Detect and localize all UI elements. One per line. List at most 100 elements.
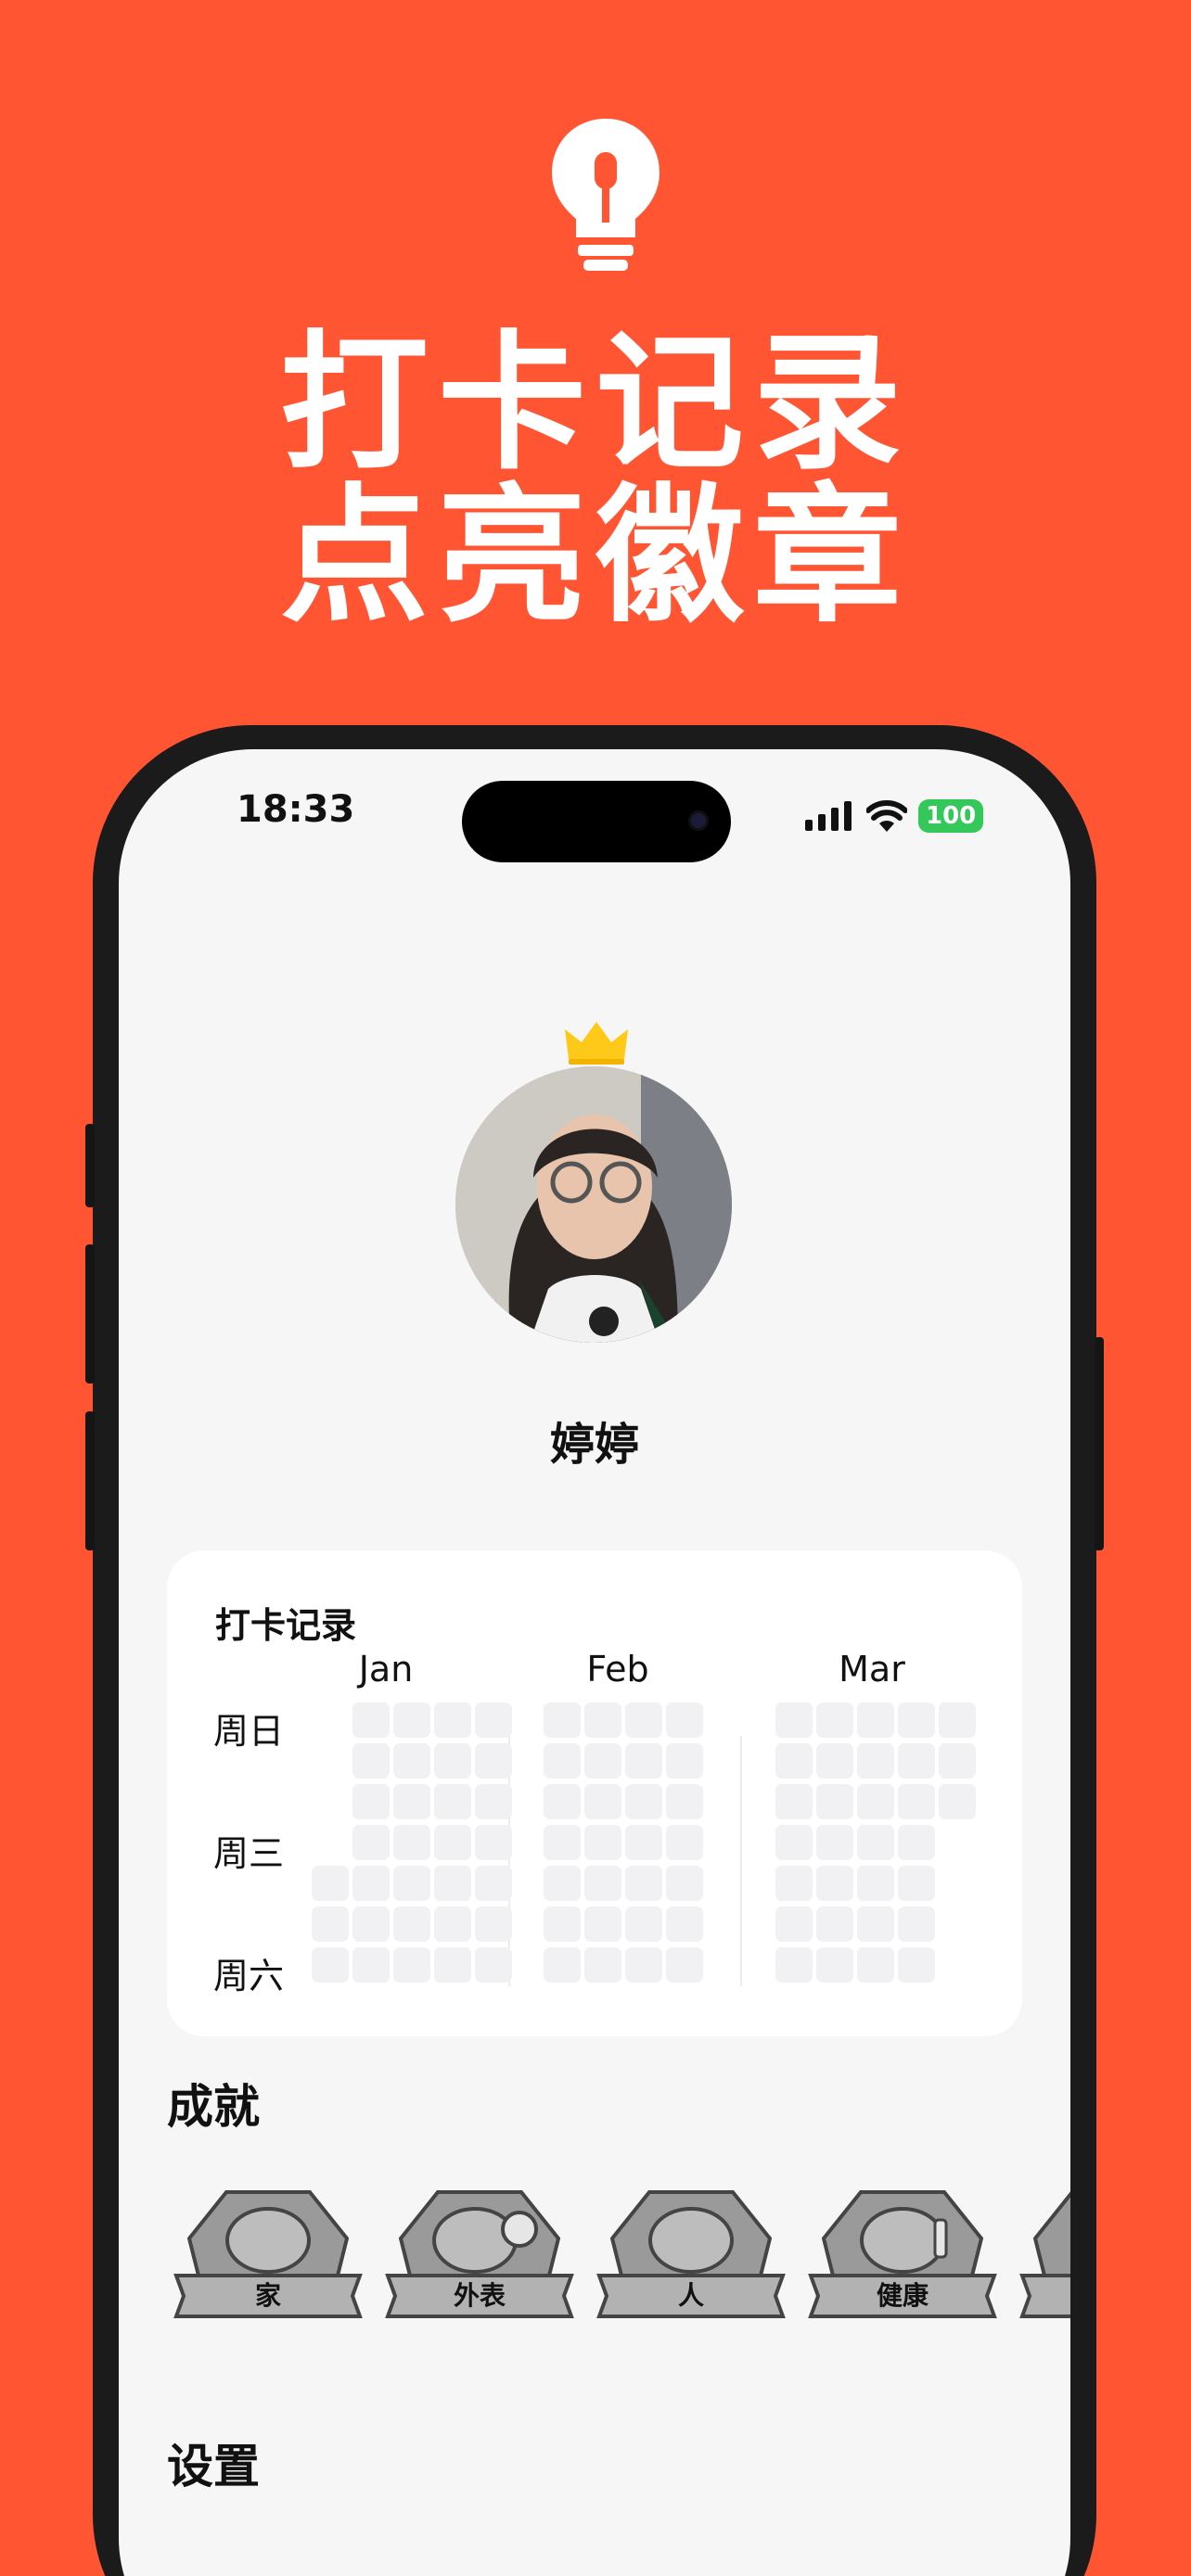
username: 婷婷	[549, 1419, 639, 1471]
calendar-day-cell	[666, 1784, 703, 1819]
calendar-day-cell	[393, 1784, 430, 1819]
badge-label: 外表	[453, 2280, 506, 2311]
calendar-day-cell	[544, 1866, 581, 1901]
calendar-day-cell	[898, 1784, 935, 1819]
badge-label: 人	[677, 2280, 704, 2311]
calendar-day-cell	[625, 1825, 662, 1860]
month-mar: Mar	[839, 1649, 905, 1690]
calendar-day-cell	[666, 1825, 703, 1860]
calendar-day-cell	[352, 1906, 390, 1942]
calendar-day-cell	[434, 1866, 471, 1901]
calendar-day-cell	[352, 1743, 390, 1779]
calendar-day-cell	[939, 1784, 976, 1819]
headline-line1: 打卡记录	[279, 316, 911, 490]
calendar-day-cell	[475, 1825, 512, 1860]
calendar-day-cell	[625, 1866, 662, 1901]
calendar-day-cell	[625, 1947, 662, 1983]
status-time: 18:33	[237, 788, 355, 831]
calendar-day-cell	[544, 1702, 581, 1738]
calendar-day-cell	[857, 1743, 894, 1779]
calendar-day-cell	[625, 1784, 662, 1819]
badge-partial[interactable]	[1017, 2183, 1070, 2331]
month-feb: Feb	[586, 1649, 649, 1690]
calendar-day-cell	[625, 1743, 662, 1779]
calendar-day-cell	[352, 1947, 390, 1983]
calendar-day-cell	[666, 1947, 703, 1983]
calendar-day-cell	[584, 1702, 621, 1738]
calendar-day-cell	[666, 1743, 703, 1779]
badge-people[interactable]: 人	[594, 2183, 788, 2331]
badge-label: 家	[254, 2280, 281, 2311]
badge-label: 健康	[876, 2280, 928, 2311]
calendar-day-cell	[775, 1784, 813, 1819]
weekday-sun: 周日	[213, 1711, 285, 1752]
calendar-day-cell	[857, 1906, 894, 1942]
calendar-day-cell	[393, 1702, 430, 1738]
calendar-day-cell	[857, 1947, 894, 1983]
calendar-day-cell	[434, 1784, 471, 1819]
dynamic-island	[462, 781, 731, 862]
calendar-day-cell	[898, 1906, 935, 1942]
calendar-day-cell	[544, 1825, 581, 1860]
calendar-day-cell	[816, 1825, 853, 1860]
calendar-day-cell	[857, 1702, 894, 1738]
calendar-day-cell	[434, 1947, 471, 1983]
calendar-day-cell	[434, 1743, 471, 1779]
calendar-day-cell	[666, 1702, 703, 1738]
calendar-day-cell	[898, 1702, 935, 1738]
calendar-day-cell	[393, 1825, 430, 1860]
calendar-day-cell	[544, 1947, 581, 1983]
checkin-card: 打卡记录 Jan Feb Mar 周日 周三 周六	[167, 1550, 1022, 2036]
avatar[interactable]	[455, 1066, 732, 1343]
calendar-day-cell	[393, 1866, 430, 1901]
app-screen: 18:33 100 婷婷 打卡记录 Jan Feb Mar 周日 周三 周六 成…	[119, 749, 1070, 2576]
calendar-day-cell	[352, 1866, 390, 1901]
calendar-day-cell	[816, 1784, 853, 1819]
calendar-day-cell	[584, 1947, 621, 1983]
calendar-day-cell	[666, 1906, 703, 1942]
calendar-day-cell	[775, 1947, 813, 1983]
calendar-day-cell	[475, 1702, 512, 1738]
calendar-day-cell	[312, 1866, 349, 1901]
calendar-day-cell	[584, 1866, 621, 1901]
crown-icon	[565, 1022, 628, 1065]
calendar-day-cell	[312, 1947, 349, 1983]
settings-title: 设置	[167, 2440, 260, 2493]
calendar-day-cell	[898, 1743, 935, 1779]
calendar-day-cell	[816, 1906, 853, 1942]
calendar-day-cell	[857, 1866, 894, 1901]
calendar-day-cell	[816, 1947, 853, 1983]
calendar-day-cell	[898, 1866, 935, 1901]
calendar-day-cell	[393, 1906, 430, 1942]
signal-icon	[805, 801, 852, 831]
calendar-day-cell	[775, 1866, 813, 1901]
calendar-day-cell	[544, 1906, 581, 1942]
badge-home[interactable]: 家	[171, 2183, 365, 2331]
calendar-day-cell	[857, 1784, 894, 1819]
badge-appearance[interactable]: 外表	[382, 2183, 577, 2331]
calendar-day-cell	[434, 1906, 471, 1942]
calendar-day-cell	[352, 1825, 390, 1860]
calendar-day-cell	[544, 1784, 581, 1819]
calendar-day-cell	[857, 1825, 894, 1860]
lightbulb-icon	[552, 119, 660, 271]
calendar-day-cell	[475, 1743, 512, 1779]
badge-health[interactable]: 健康	[805, 2183, 1000, 2331]
calendar-day-cell	[939, 1743, 976, 1779]
calendar-day-cell	[666, 1866, 703, 1901]
calendar-day-cell	[625, 1702, 662, 1738]
calendar-day-cell	[816, 1743, 853, 1779]
calendar-day-cell	[775, 1743, 813, 1779]
battery-icon: 100	[918, 799, 984, 833]
calendar-day-cell	[352, 1784, 390, 1819]
calendar-day-cell	[434, 1825, 471, 1860]
calendar-day-cell	[475, 1906, 512, 1942]
calendar-day-cell	[584, 1825, 621, 1860]
calendar-day-cell	[584, 1906, 621, 1942]
calendar-day-cell	[898, 1825, 935, 1860]
calendar-day-cell	[584, 1784, 621, 1819]
calendar-day-cell	[475, 1866, 512, 1901]
calendar-day-cell	[625, 1906, 662, 1942]
calendar-day-cell	[475, 1784, 512, 1819]
month-jan: Jan	[358, 1649, 414, 1690]
